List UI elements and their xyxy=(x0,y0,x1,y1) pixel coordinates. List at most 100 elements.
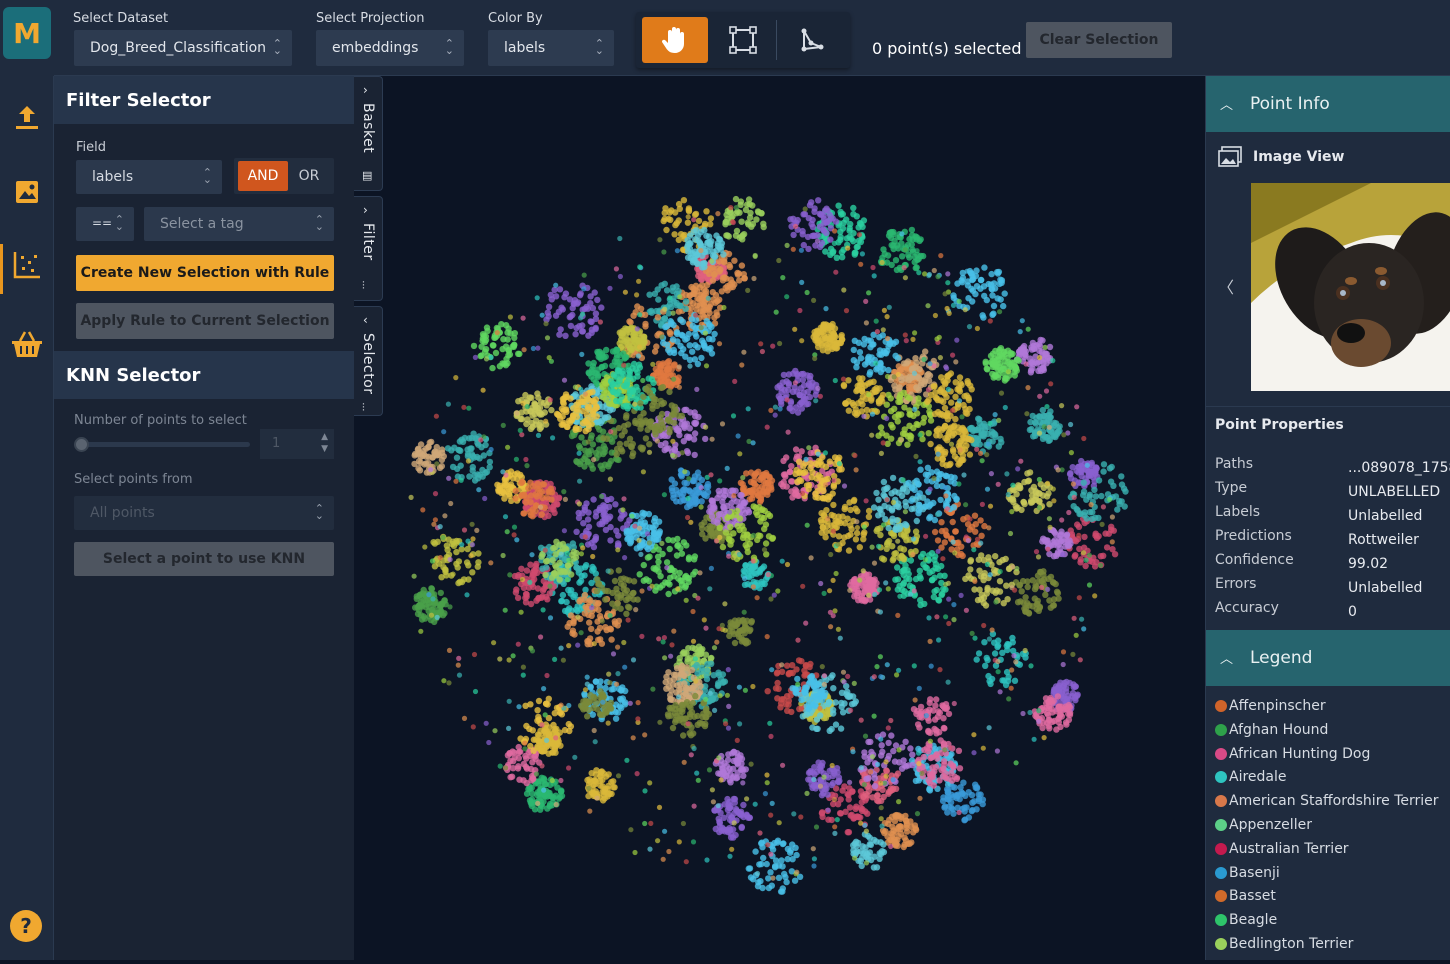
chevron-right-icon: › xyxy=(363,203,368,217)
dataset-value: Dog_Breed_Classification xyxy=(90,40,266,56)
active-nav-indicator xyxy=(0,244,3,294)
basket-tab[interactable]: ›Basket▤ xyxy=(354,76,383,191)
property-key: Labels xyxy=(1215,504,1260,520)
knn-points-input[interactable]: 1 ▲▼ xyxy=(260,429,334,459)
legend-item[interactable]: African Hunting Dog xyxy=(1215,746,1370,762)
selection-count: 0 point(s) selected xyxy=(872,39,1022,58)
select-arrows-icon: ⌃⌄ xyxy=(203,169,212,183)
legend-swatch xyxy=(1215,748,1227,760)
and-button[interactable]: AND xyxy=(238,161,288,191)
app-logo[interactable]: M xyxy=(0,0,54,76)
color-by-select[interactable]: labels ⌃⌄ xyxy=(488,30,614,66)
nav-scatter[interactable] xyxy=(10,248,44,282)
legend-item[interactable]: Australian Terrier xyxy=(1215,841,1349,857)
selection-tools xyxy=(636,12,850,68)
or-button[interactable]: OR xyxy=(290,161,328,191)
legend-item[interactable]: Airedale xyxy=(1215,769,1287,785)
property-value: 99.02 xyxy=(1348,556,1388,572)
top-toolbar: M Select Dataset Dog_Breed_Classificatio… xyxy=(0,0,1450,76)
dog-photo xyxy=(1251,183,1450,391)
property-value: UNLABELLED xyxy=(1348,484,1440,500)
legend-item[interactable]: American Staffordshire Terrier xyxy=(1215,793,1439,809)
scatter-canvas[interactable] xyxy=(384,76,1205,960)
nav-basket[interactable] xyxy=(10,327,44,361)
selector-tab[interactable]: ‹Selector⫶ xyxy=(354,306,383,416)
property-value: Unlabelled xyxy=(1348,580,1422,596)
tool-divider xyxy=(776,20,777,60)
embedding-scatter-plot[interactable] xyxy=(384,76,1205,960)
filter-tab[interactable]: ›Filter⫶ xyxy=(354,196,383,301)
knn-select-button[interactable]: Select a point to use KNN xyxy=(74,542,334,576)
and-or-toggle: AND OR xyxy=(234,158,334,194)
selector-panel: Filter Selector Field labels⌃⌄ AND OR ==… xyxy=(54,76,354,960)
help-button[interactable]: ? xyxy=(10,910,42,942)
property-key: Confidence xyxy=(1215,552,1294,568)
legend-swatch xyxy=(1215,700,1227,712)
legend-label: Airedale xyxy=(1229,769,1287,785)
field-label: Field xyxy=(76,140,106,155)
select-arrows-icon: ⌃⌄ xyxy=(315,505,324,519)
lasso-icon xyxy=(799,27,825,53)
selector-tab-icon: ⫶ xyxy=(362,401,365,415)
legend-item[interactable]: Bedlington Terrier xyxy=(1215,936,1353,952)
property-key: Type xyxy=(1215,480,1247,496)
property-key: Errors xyxy=(1215,576,1256,592)
select-arrows-icon: ⌃⌄ xyxy=(595,40,604,54)
legend-label: Beagle xyxy=(1229,912,1277,928)
legend-item[interactable]: Appenzeller xyxy=(1215,817,1312,833)
basket-tab-icon: ▤ xyxy=(362,169,372,182)
point-image xyxy=(1251,183,1450,391)
scatter-icon xyxy=(12,250,42,280)
select-arrows-icon: ⌃⌄ xyxy=(315,216,324,230)
legend-label: African Hunting Dog xyxy=(1229,746,1370,762)
dataset-select[interactable]: Dog_Breed_Classification⌃⌄ xyxy=(74,30,292,66)
legend-item[interactable]: Basset xyxy=(1215,888,1276,904)
point-info-title: Point Info xyxy=(1250,94,1330,114)
projection-select[interactable]: embeddings ⌃⌄ xyxy=(316,30,464,66)
legend-swatch xyxy=(1215,795,1227,807)
legend-header[interactable]: ︿Legend xyxy=(1206,630,1450,686)
select-arrows-icon: ⌃⌄ xyxy=(445,40,454,54)
projection-value: embeddings xyxy=(332,40,418,56)
legend-swatch xyxy=(1215,819,1227,831)
knn-points-value: 1 xyxy=(272,436,280,451)
color-by-value: labels xyxy=(504,40,545,56)
legend-item[interactable]: Affenpinscher xyxy=(1215,698,1326,714)
nav-images[interactable] xyxy=(10,175,44,209)
clear-selection-button[interactable]: Clear Selection xyxy=(1026,22,1172,58)
knn-from-label: Select points from xyxy=(74,472,193,487)
property-value: Unlabelled xyxy=(1348,508,1422,524)
tag-placeholder: Select a tag xyxy=(160,216,244,232)
legend-label: Afghan Hound xyxy=(1229,722,1328,738)
legend-item[interactable]: Beagle xyxy=(1215,912,1277,928)
chevron-left-icon: ‹ xyxy=(363,313,368,327)
field-select[interactable]: labels ⌃⌄ xyxy=(76,160,222,194)
knn-from-value: All points xyxy=(90,505,155,521)
nav-upload[interactable] xyxy=(10,100,44,134)
slider-handle[interactable] xyxy=(74,437,89,452)
point-info-header[interactable]: ︿Point Info xyxy=(1206,76,1450,132)
knn-selector-title: KNN Selector xyxy=(54,351,354,399)
rectangle-select-icon xyxy=(729,26,757,54)
image-view-header: Image View xyxy=(1218,146,1242,172)
scatter-points[interactable] xyxy=(409,196,1129,895)
legend-swatch xyxy=(1215,843,1227,855)
field-value: labels xyxy=(92,169,133,185)
box-select-tool-button[interactable] xyxy=(710,17,776,63)
knn-from-select[interactable]: All points ⌃⌄ xyxy=(74,496,334,530)
knn-points-slider[interactable] xyxy=(76,442,250,447)
create-selection-rule-button[interactable]: Create New Selection with Rule xyxy=(76,255,334,291)
filter-tab-icon: ⫶ xyxy=(362,279,365,293)
apply-rule-button[interactable]: Apply Rule to Current Selection xyxy=(76,303,334,339)
legend-item[interactable]: Afghan Hound xyxy=(1215,722,1328,738)
image-icon xyxy=(1218,146,1242,168)
operator-select[interactable]: ==⌃⌄ xyxy=(76,207,134,241)
property-value: ...089078_1758.j xyxy=(1348,460,1450,476)
image-view-title: Image View xyxy=(1253,149,1344,165)
tag-select[interactable]: Select a tag ⌃⌄ xyxy=(144,207,334,241)
prev-image-arrow[interactable]: 〈 xyxy=(1218,274,1234,298)
legend-item[interactable]: Basenji xyxy=(1215,865,1280,881)
stepper-icon[interactable]: ▲▼ xyxy=(321,431,328,455)
pan-tool-button[interactable] xyxy=(642,17,708,63)
lasso-tool-button[interactable] xyxy=(779,17,845,63)
